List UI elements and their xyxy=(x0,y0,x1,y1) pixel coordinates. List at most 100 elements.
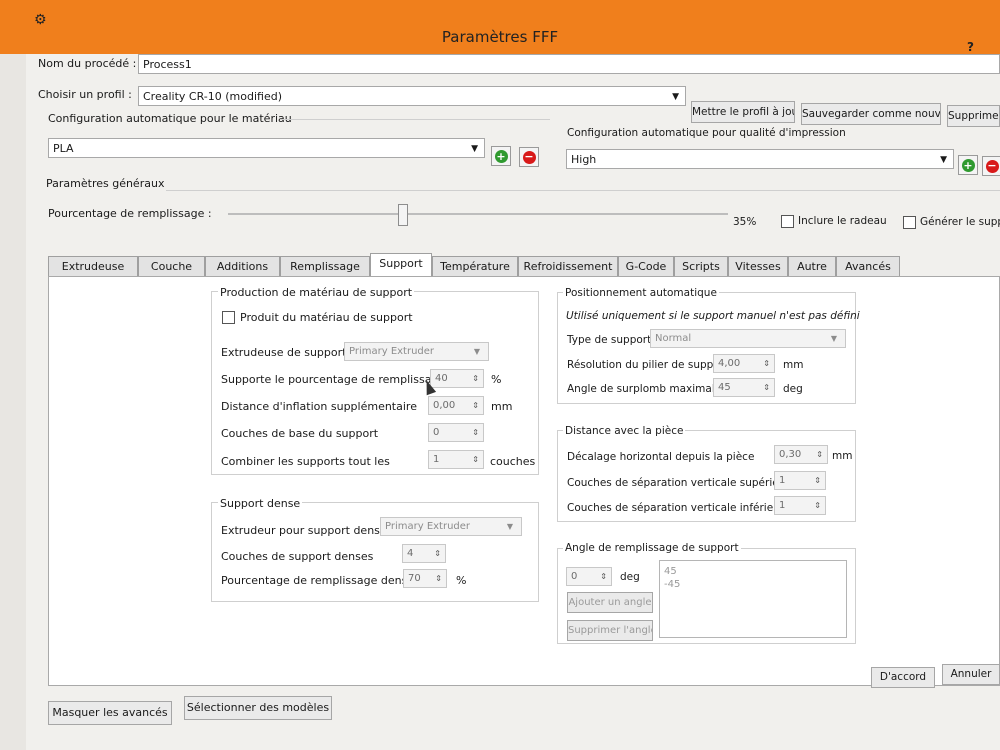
generate-support-label: Générer le support xyxy=(920,216,1000,228)
spin-arrows-icon[interactable]: ⇕ xyxy=(814,497,821,515)
generate-support-checkbox[interactable] xyxy=(903,216,916,229)
dense-layers-input[interactable]: 4 ⇕ xyxy=(402,544,446,563)
profile-value: Creality CR-10 (modified) xyxy=(143,90,282,103)
angle-input[interactable]: 0 ⇕ xyxy=(566,567,612,586)
hide-advanced-button[interactable]: Masquer les avancés xyxy=(48,701,172,725)
quality-config-label: Configuration automatique pour qualité d… xyxy=(567,127,846,139)
tab-temperature[interactable]: Température xyxy=(432,256,518,276)
produce-support-checkbox[interactable] xyxy=(222,311,235,324)
tab-layer[interactable]: Couche xyxy=(138,256,205,276)
support-extruder-select[interactable]: Primary Extruder ▼ xyxy=(344,342,489,361)
dense-layers-label: Couches de support denses xyxy=(221,550,374,563)
lower-separation-value: 1 xyxy=(779,500,786,511)
spin-arrows-icon[interactable]: ⇕ xyxy=(472,370,479,388)
delete-profile-button[interactable]: Supprimer xyxy=(947,105,1000,127)
divider xyxy=(280,119,550,120)
cancel-button[interactable]: Annuler xyxy=(942,664,1000,685)
infill-percent-label: Pourcentage de remplissage : xyxy=(48,207,212,220)
support-type-select[interactable]: Normal ▼ xyxy=(650,329,846,348)
spin-arrows-icon[interactable]: ⇕ xyxy=(472,424,479,442)
minus-icon: − xyxy=(522,149,536,164)
combine-input[interactable]: 1 ⇕ xyxy=(428,450,484,469)
support-type-label: Type de support xyxy=(567,334,652,346)
infill-slider-handle[interactable] xyxy=(398,204,408,226)
lower-separation-input[interactable]: 1 ⇕ xyxy=(774,496,826,515)
spin-arrows-icon[interactable]: ⇕ xyxy=(472,451,479,469)
tab-bar: Extrudeuse Couche Additions Remplissage … xyxy=(48,253,1000,278)
save-as-new-button[interactable]: Sauvegarder comme nouveau xyxy=(801,103,941,125)
chevron-down-icon: ▼ xyxy=(672,92,679,102)
infill-slider-track[interactable] xyxy=(228,213,728,215)
combine-value: 1 xyxy=(433,454,440,465)
part-distance-title: Distance avec la pièce xyxy=(563,425,686,437)
add-quality-button[interactable]: + xyxy=(958,155,978,175)
angle-list[interactable]: 45 -45 xyxy=(659,560,847,638)
tab-advanced[interactable]: Avancés xyxy=(836,256,900,276)
dense-infill-label: Pourcentage de remplissage dense xyxy=(221,574,415,587)
support-extruder-value: Primary Extruder xyxy=(349,346,435,357)
pillar-resolution-input[interactable]: 4,00 ⇕ xyxy=(713,354,775,373)
horizontal-offset-input[interactable]: 0,30 ⇕ xyxy=(774,445,828,464)
horizontal-offset-unit: mm xyxy=(832,450,853,462)
tab-other[interactable]: Autre xyxy=(788,256,836,276)
plus-icon: + xyxy=(494,149,508,163)
tab-scripts[interactable]: Scripts xyxy=(674,256,728,276)
spin-arrows-icon[interactable]: ⇕ xyxy=(816,446,823,464)
base-layers-value: 0 xyxy=(433,427,440,438)
spin-arrows-icon[interactable]: ⇕ xyxy=(763,379,770,397)
remove-quality-button[interactable]: − xyxy=(982,156,1000,176)
spin-arrows-icon[interactable]: ⇕ xyxy=(814,472,821,490)
select-models-button[interactable]: Sélectionner des modèles xyxy=(184,696,332,720)
spin-arrows-icon[interactable]: ⇕ xyxy=(600,568,607,586)
help-button[interactable]: ? xyxy=(967,40,974,54)
upper-separation-value: 1 xyxy=(779,475,786,486)
profile-label: Choisir un profil : xyxy=(38,88,132,101)
tab-additions[interactable]: Additions xyxy=(205,256,280,276)
add-material-button[interactable]: + xyxy=(491,146,511,166)
dense-infill-input[interactable]: 70 ⇕ xyxy=(403,569,447,588)
dense-extruder-value: Primary Extruder xyxy=(385,521,471,532)
tab-gcode[interactable]: G-Code xyxy=(618,256,674,276)
angle-unit: deg xyxy=(620,571,640,583)
tab-extruder[interactable]: Extrudeuse xyxy=(48,256,138,276)
base-layers-label: Couches de base du support xyxy=(221,427,379,440)
tab-cooling[interactable]: Refroidissement xyxy=(518,256,618,276)
raft-checkbox[interactable] xyxy=(781,215,794,228)
list-item[interactable]: -45 xyxy=(664,578,842,591)
quality-value: High xyxy=(571,153,597,166)
inflation-input[interactable]: 0,00 ⇕ xyxy=(428,396,484,415)
overhang-angle-input[interactable]: 45 ⇕ xyxy=(713,378,775,397)
spin-arrows-icon[interactable]: ⇕ xyxy=(434,545,441,563)
chevron-down-icon: ▼ xyxy=(473,347,480,356)
process-name-input[interactable]: Process1 xyxy=(138,54,1000,74)
base-layers-input[interactable]: 0 ⇕ xyxy=(428,423,484,442)
tab-support[interactable]: Support xyxy=(370,253,432,276)
upper-separation-input[interactable]: 1 ⇕ xyxy=(774,471,826,490)
dense-extruder-label: Extrudeur pour support dense xyxy=(221,524,387,537)
dense-support-title: Support dense xyxy=(218,497,303,510)
list-item[interactable]: 45 xyxy=(664,565,842,578)
spin-arrows-icon[interactable]: ⇕ xyxy=(472,397,479,415)
angle-value: 0 xyxy=(571,571,578,582)
support-infill-input[interactable]: 40 ⇕ xyxy=(430,369,484,388)
material-select[interactable]: PLA ▼ xyxy=(48,138,485,158)
ok-button[interactable]: D'accord xyxy=(871,667,935,688)
dense-layers-value: 4 xyxy=(407,548,414,559)
dense-extruder-select[interactable]: Primary Extruder ▼ xyxy=(380,517,522,536)
add-angle-button[interactable]: Ajouter un angle xyxy=(567,592,653,613)
update-profile-button[interactable]: Mettre le profil à jour xyxy=(691,101,795,123)
remove-angle-button[interactable]: Supprimer l'angle xyxy=(567,620,653,641)
spin-arrows-icon[interactable]: ⇕ xyxy=(763,355,770,373)
profile-select[interactable]: Creality CR-10 (modified) ▼ xyxy=(138,86,686,106)
spin-arrows-icon[interactable]: ⇕ xyxy=(435,570,442,588)
auto-position-note: Utilisé uniquement si le support manuel … xyxy=(566,310,860,322)
remove-material-button[interactable]: − xyxy=(519,147,539,167)
produce-support-label: Produit du matériau de support xyxy=(240,311,413,324)
tab-speeds[interactable]: Vitesses xyxy=(728,256,788,276)
lower-separation-label: Couches de séparation verticale inférieu… xyxy=(567,502,791,514)
inflation-unit: mm xyxy=(491,400,513,413)
quality-select[interactable]: High ▼ xyxy=(566,149,954,169)
tab-infill[interactable]: Remplissage xyxy=(280,256,370,276)
support-infill-value: 40 xyxy=(435,373,448,384)
app-icon: ⚙ xyxy=(34,12,47,28)
